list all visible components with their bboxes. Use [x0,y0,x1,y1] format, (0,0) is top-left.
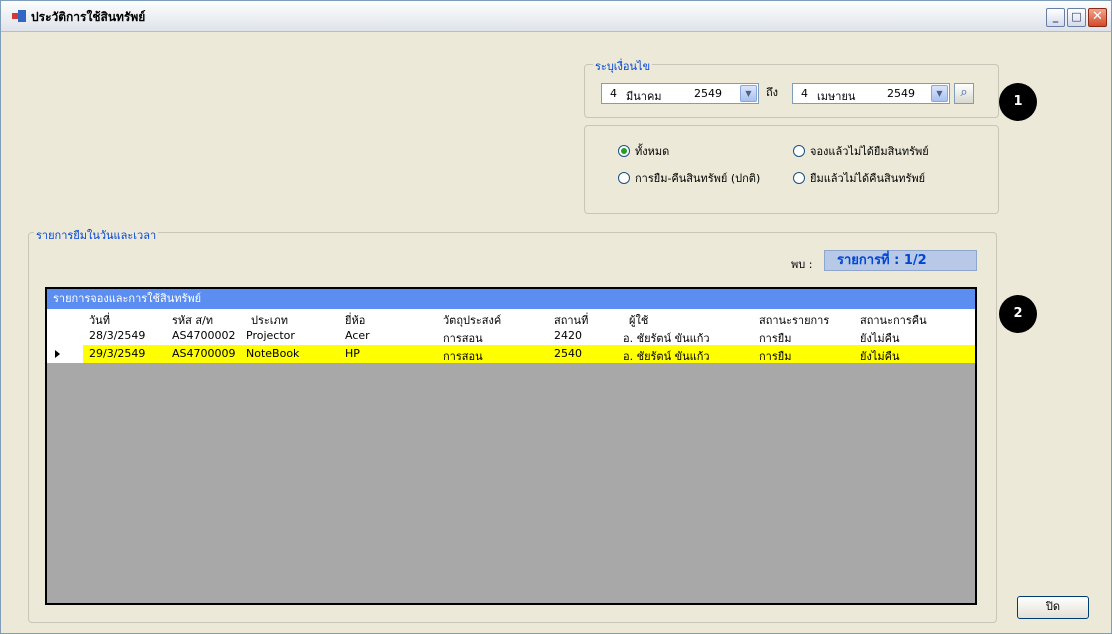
option-normal-label: การยืม-คืนสินทรัพย์ (ปกติ) [635,172,761,185]
option-reserved-not-borrowed[interactable]: จองแล้วไม่ได้ยืมสินทรัพย์ [793,142,929,160]
cell-type: NoteBook [246,347,300,360]
row-header[interactable] [47,327,83,345]
maximize-button[interactable]: □ [1067,8,1086,27]
radio-icon [793,145,805,157]
title-bar: ประวัติการใช้สินทรัพย์ _ □ ✕ [1,1,1111,32]
cell-user: อ. ชัยรัตน์ ขันแก้ว [623,350,710,363]
chevron-down-icon[interactable]: ▼ [740,85,757,102]
close-button[interactable]: ปิด [1017,596,1089,619]
window-title: ประวัติการใช้สินทรัพย์ [31,10,146,24]
data-grid[interactable]: รายการจองและการใช้สินทรัพย์ วันที่ รหัส … [45,287,977,605]
option-reserved-label: จองแล้วไม่ได้ยืมสินทรัพย์ [810,145,929,158]
cell-purpose: การสอน [443,350,483,363]
callout-badge-1: 1 [999,83,1037,121]
chevron-down-icon[interactable]: ▼ [931,85,948,102]
search-button[interactable]: ⌕ [954,83,974,104]
option-borrowed-not-returned[interactable]: ยืมแล้วไม่ได้คืนสินทรัพย์ [793,169,925,187]
from-month: มีนาคม [626,90,662,103]
from-day: 4 [610,87,617,100]
table-row[interactable]: 28/3/2549 AS4700002 Projector Acer การสอ… [47,327,975,345]
cell-item-status: การยืม [759,350,792,363]
option-all[interactable]: ทั้งหมด [618,142,669,160]
callout-badge-2: 2 [999,295,1037,333]
radio-icon [618,145,630,157]
cell-type: Projector [246,329,295,342]
cell-location: 2420 [554,329,582,342]
cell-date: 29/3/2549 [89,347,146,360]
to-month: เมษายน [817,90,856,103]
minimize-button[interactable]: _ [1046,8,1065,27]
option-all-label: ทั้งหมด [635,145,670,158]
from-year: 2549 [694,87,722,100]
to-label: ถึง [766,86,779,99]
search-icon: ⌕ [960,85,968,100]
found-count: รายการที่ : 1/2 [824,250,977,271]
cell-location: 2540 [554,347,582,360]
radio-icon [793,172,805,184]
app-window: ประวัติการใช้สินทรัพย์ _ □ ✕ ระบุเงื่อนไ… [0,0,1112,634]
cell-asset-code: AS4700009 [172,347,236,360]
found-label: พบ : [791,258,813,271]
grid-caption: รายการจองและการใช้สินทรัพย์ [47,289,975,309]
grid-header-row: วันที่ รหัส ส/ท ประเภท ยี่ห้อ วัตถุประสง… [47,309,975,327]
to-date-picker[interactable]: 4 เมษายน 2549 ▼ [792,83,950,104]
current-row-indicator-icon [55,350,60,358]
option-borrow-return-normal[interactable]: การยืม-คืนสินทรัพย์ (ปกติ) [618,169,760,187]
filter-legend: ระบุเงื่อนไข [593,57,653,75]
to-day: 4 [801,87,808,100]
cell-return-status: ยังไม่คืน [860,350,900,363]
close-window-button[interactable]: ✕ [1088,8,1107,27]
cell-brand: Acer [345,329,370,342]
row-header[interactable] [47,345,83,363]
cell-date: 28/3/2549 [89,329,146,342]
cell-asset-code: AS4700002 [172,329,236,342]
from-date-picker[interactable]: 4 มีนาคม 2549 ▼ [601,83,759,104]
cell-brand: HP [345,347,360,360]
table-row-selected[interactable]: 29/3/2549 AS4700009 NoteBook HP การสอน 2… [47,345,975,363]
radio-icon [618,172,630,184]
app-icon [12,10,26,22]
list-legend: รายการยืมในวันและเวลา [34,226,159,244]
option-not-returned-label: ยืมแล้วไม่ได้คืนสินทรัพย์ [810,172,926,185]
to-year: 2549 [887,87,915,100]
